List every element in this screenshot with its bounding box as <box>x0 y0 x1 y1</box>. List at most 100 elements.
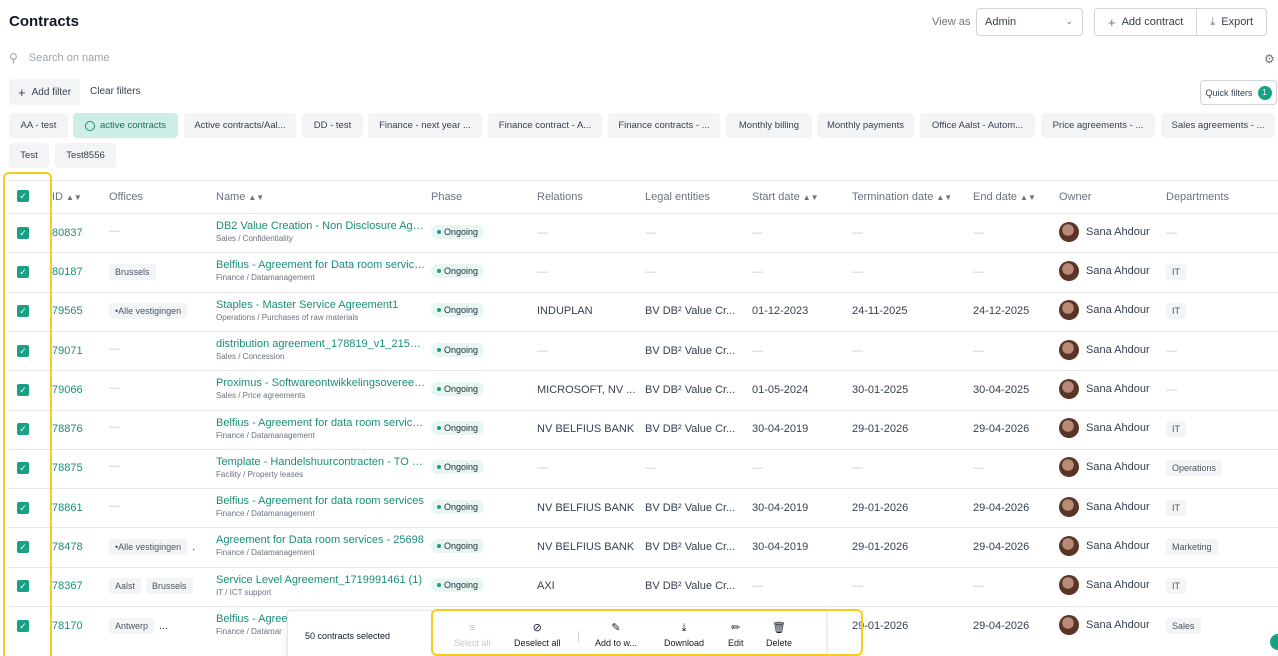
filter-chip[interactable]: Office Aalst - Autom... <box>920 113 1035 138</box>
relations-cell: MICROSOFT, NV ... <box>537 384 636 396</box>
column-header-name[interactable]: Name ▲▼ <box>216 191 264 203</box>
column-header-start-date[interactable]: Start date ▲▼ <box>752 191 819 203</box>
office-tag: Aalst <box>109 578 142 594</box>
end-date-cell: 30-04-2025 <box>973 384 1030 396</box>
offices-cell: — <box>109 460 120 472</box>
owner-name: Sana Ahdour <box>1086 501 1150 513</box>
sort-icon: ▲▼ <box>802 193 819 202</box>
filter-chip[interactable]: Monthly payments <box>817 113 914 138</box>
row-divider <box>9 606 1278 607</box>
export-button[interactable]: ⤓ Export <box>1196 9 1266 35</box>
empty-value: — <box>109 382 120 394</box>
filter-chip[interactable]: Finance contract - A... <box>488 113 602 138</box>
offices-cell: — <box>109 225 120 237</box>
view-as-select[interactable]: Admin ⌄ <box>976 8 1083 36</box>
filter-chip[interactable]: DD - test <box>302 113 363 138</box>
add-filter-label: Add filter <box>31 86 72 98</box>
search-input[interactable] <box>28 52 279 64</box>
contract-id[interactable]: 78861 <box>52 502 83 514</box>
department-tag: IT <box>1166 264 1186 280</box>
owner-cell: Sana Ahdour <box>1059 222 1150 242</box>
help-button[interactable] <box>1270 634 1278 650</box>
avatar <box>1059 457 1079 477</box>
row-divider <box>9 370 1278 371</box>
contract-id[interactable]: 78876 <box>52 423 83 435</box>
termination-date-cell: — <box>852 227 863 239</box>
contract-name-link[interactable]: Belfius - Agreement for data room servic… <box>216 417 426 429</box>
column-header-end-date[interactable]: End date ▲▼ <box>973 191 1036 203</box>
phase-badge: Ongoing <box>431 460 485 474</box>
department-tag: — <box>1166 345 1177 357</box>
filter-chip[interactable]: Price agreements - ... <box>1041 113 1155 138</box>
contract-name-link[interactable]: Agreement for Data room services - 25698 <box>216 534 426 546</box>
clear-filters-link[interactable]: Clear filters <box>90 86 141 97</box>
start-date-cell: 30-04-2019 <box>752 541 809 553</box>
avatar <box>1059 575 1079 595</box>
column-header-relations: Relations <box>537 191 583 203</box>
contract-name-link[interactable]: distribution agreement_178819_v1_215565_… <box>216 338 426 350</box>
contract-name-link[interactable]: Belfius - Agreement for data room servic… <box>216 495 426 507</box>
filter-chip[interactable]: AA - test <box>9 113 68 138</box>
owner-name: Sana Ahdour <box>1086 579 1150 591</box>
filter-chip[interactable]: Test <box>9 143 49 168</box>
contract-name-link[interactable]: Staples - Master Service Agreement1 <box>216 299 426 311</box>
add-contract-label: Add contract <box>1121 16 1184 28</box>
contract-name-link[interactable]: Template - Handelshuurcontracten - TO C.… <box>216 456 426 468</box>
start-date-cell: — <box>752 266 763 278</box>
column-header-departments: Departments <box>1166 191 1229 203</box>
status-dot-icon <box>437 308 441 312</box>
status-dot-icon <box>437 387 441 391</box>
contract-id[interactable]: 78170 <box>52 620 83 632</box>
gear-icon[interactable]: ⚙ <box>1264 52 1275 66</box>
owner-cell: Sana Ahdour <box>1059 615 1150 635</box>
row-divider <box>9 527 1278 528</box>
contract-id[interactable]: 79071 <box>52 345 83 357</box>
contract-id[interactable]: 78478 <box>52 541 83 553</box>
contract-name-link[interactable]: Belfius - Agreement for Data room servic… <box>216 259 426 271</box>
empty-value: — <box>109 225 120 237</box>
legal-entity-cell: BV DB² Value Cr... <box>645 423 736 435</box>
contract-id[interactable]: 79565 <box>52 305 83 317</box>
filter-chip[interactable]: Finance - next year ... <box>368 113 482 138</box>
add-contract-button[interactable]: + Add contract <box>1095 9 1196 35</box>
contract-id[interactable]: 80187 <box>52 266 83 278</box>
quick-filters-button[interactable]: Quick filters 1 <box>1200 80 1277 105</box>
contract-id[interactable]: 79066 <box>52 384 83 396</box>
offices-cell: Aalst Brussels <box>109 578 193 594</box>
filter-chip[interactable]: Finance contracts - ... <box>608 113 720 138</box>
offices-cell: Antwerp... <box>109 618 168 634</box>
offices-cell: •Alle vestigingen <box>109 303 188 319</box>
add-filter-button[interactable]: + Add filter <box>9 79 81 105</box>
status-dot-icon <box>437 583 441 587</box>
phase-label: Ongoing <box>444 266 479 276</box>
end-date-cell: — <box>973 462 984 474</box>
filter-chip[interactable]: Sales agreements - ... <box>1161 113 1275 138</box>
end-date-cell: 29-04-2026 <box>973 423 1030 435</box>
contract-name-link[interactable]: Service Level Agreement_1719991461 (1) <box>216 574 426 586</box>
filter-chip-active[interactable]: active contracts <box>73 113 178 138</box>
phase-label: Ongoing <box>444 423 479 433</box>
avatar <box>1059 536 1079 556</box>
sort-icon: ▲▼ <box>248 193 265 202</box>
contract-name-link[interactable]: DB2 Value Creation - Non Disclosure Agre… <box>216 220 426 232</box>
legal-entity-cell: — <box>645 462 656 474</box>
start-date-cell: 30-04-2019 <box>752 423 809 435</box>
contract-id[interactable]: 80837 <box>52 227 83 239</box>
column-header-id[interactable]: ID ▲▼ <box>52 191 82 203</box>
start-date-cell: — <box>752 580 763 592</box>
termination-date-cell: — <box>852 266 863 278</box>
contract-id[interactable]: 78875 <box>52 462 83 474</box>
phase-badge: Ongoing <box>431 264 485 278</box>
filter-chip[interactable]: Test8556 <box>55 143 116 168</box>
filter-chip[interactable]: Monthly billing <box>726 113 812 138</box>
column-header-termination-date[interactable]: Termination date ▲▼ <box>852 191 952 203</box>
owner-cell: Sana Ahdour <box>1059 418 1150 438</box>
phase-label: Ongoing <box>444 541 479 551</box>
department-tag: Sales <box>1166 618 1201 634</box>
termination-date-cell: — <box>852 345 863 357</box>
contract-id[interactable]: 78367 <box>52 580 83 592</box>
relations-cell: — <box>537 345 548 357</box>
contract-name-link[interactable]: Proximus - Softwareontwikkelingsovereen.… <box>216 377 426 389</box>
more-offices: . <box>192 541 196 553</box>
filter-chip[interactable]: Active contracts/Aal... <box>184 113 296 138</box>
